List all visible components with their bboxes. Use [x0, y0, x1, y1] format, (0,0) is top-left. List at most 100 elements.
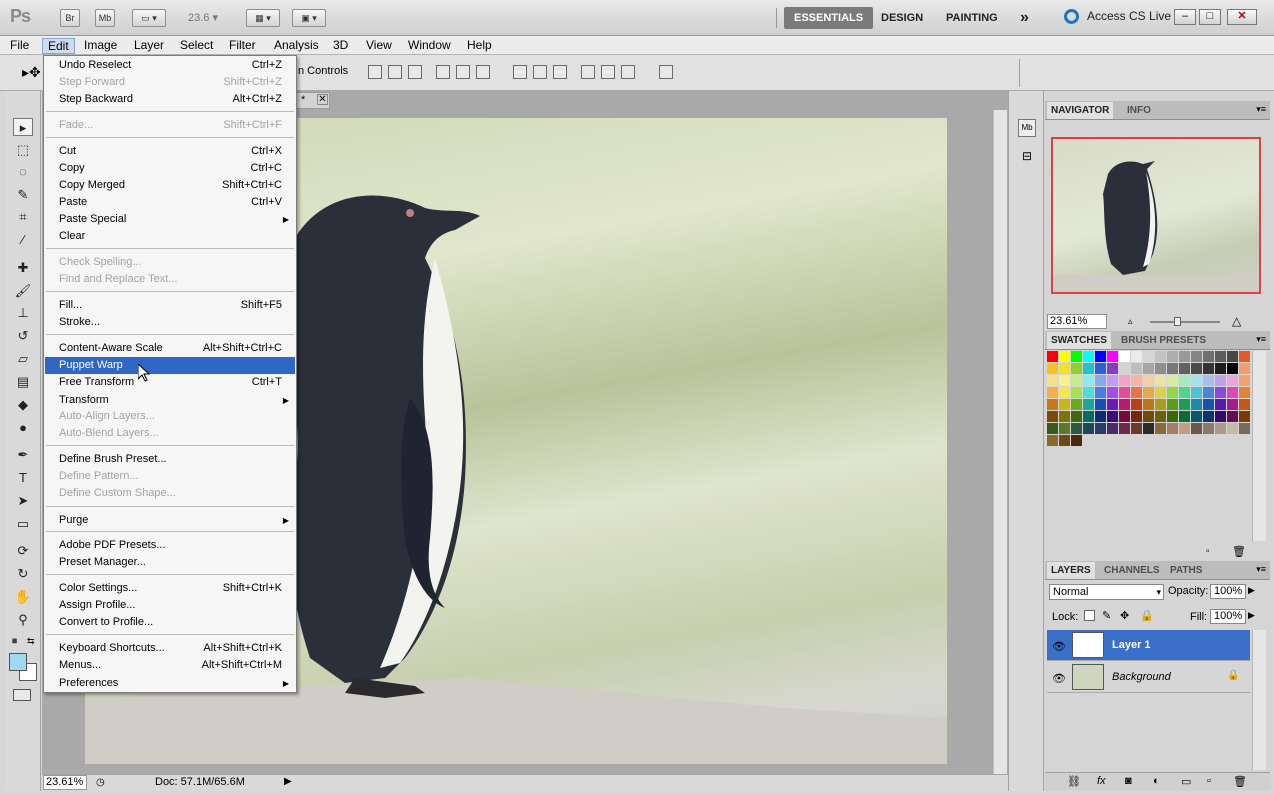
align-right-icon[interactable]	[476, 65, 490, 79]
color-swatch[interactable]	[1179, 363, 1190, 374]
color-swatch[interactable]	[1107, 411, 1118, 422]
gradient-tool-icon[interactable]: ▤	[13, 373, 33, 391]
delete-layer-icon[interactable]: 🗑	[1233, 775, 1247, 788]
link-layers-icon[interactable]: ⛓	[1067, 775, 1081, 788]
default-colors-icon[interactable]: ◾	[9, 636, 20, 647]
color-swatch[interactable]	[1131, 411, 1142, 422]
hand-tool-icon[interactable]: ✋	[13, 588, 33, 606]
edit-menu-item-content-aware-scale[interactable]: Content-Aware Scale Alt+Shift+Ctrl+C	[45, 340, 295, 357]
color-swatch[interactable]	[1155, 423, 1166, 434]
dodge-tool-icon[interactable]: ●	[13, 419, 33, 437]
align-hcenter-icon[interactable]	[456, 65, 470, 79]
color-swatch[interactable]	[1191, 411, 1202, 422]
more-workspaces-button[interactable]: »	[1010, 7, 1039, 29]
color-swatch[interactable]	[1215, 351, 1226, 362]
color-swatch[interactable]	[1131, 363, 1142, 374]
distribute-right-icon[interactable]	[621, 65, 635, 79]
color-swatch[interactable]	[1083, 351, 1094, 362]
color-swatch[interactable]	[1047, 375, 1058, 386]
edit-menu-item-fill[interactable]: Fill... Shift+F5	[45, 297, 295, 314]
color-swatch[interactable]	[1119, 423, 1130, 434]
zoom-tool-icon[interactable]: ⚲	[13, 611, 33, 629]
edit-menu-item-purge[interactable]: Purge ▶	[45, 512, 295, 529]
color-swatch[interactable]	[1059, 435, 1070, 446]
eyedropper-tool-icon[interactable]: ⁄	[13, 231, 33, 249]
3d-rotate-tool-icon[interactable]: ⟳	[13, 542, 33, 560]
lock-image-icon[interactable]: ✎	[1102, 609, 1111, 622]
tab-swatches[interactable]: SWATCHES	[1047, 332, 1111, 349]
color-swatch[interactable]	[1071, 435, 1082, 446]
color-swatch[interactable]	[1047, 435, 1058, 446]
color-swatch[interactable]	[1047, 387, 1058, 398]
color-swatch[interactable]	[1143, 351, 1154, 362]
color-swatch[interactable]	[1179, 351, 1190, 362]
color-swatch[interactable]	[1167, 375, 1178, 386]
edit-menu-item-copy[interactable]: Copy Ctrl+C	[45, 160, 295, 177]
adjustment-layer-icon[interactable]: ◐	[1153, 775, 1160, 787]
blur-tool-icon[interactable]: ◆	[13, 396, 33, 414]
workspace-essentials[interactable]: ESSENTIALS	[784, 7, 874, 29]
color-swatch[interactable]	[1071, 363, 1082, 374]
3d-orbit-tool-icon[interactable]: ↻	[13, 565, 33, 583]
workspace-painting[interactable]: PAINTING	[936, 7, 1008, 29]
maximize-button[interactable]: □	[1199, 9, 1221, 25]
color-swatch[interactable]	[1095, 351, 1106, 362]
tab-navigator[interactable]: NAVIGATOR	[1047, 102, 1114, 119]
color-swatch[interactable]	[1179, 399, 1190, 410]
color-swatch[interactable]	[1215, 399, 1226, 410]
color-swatch[interactable]	[1167, 399, 1178, 410]
layers-scrollbar[interactable]	[1252, 630, 1266, 770]
color-swatch[interactable]	[1239, 411, 1250, 422]
screen-mode-dropdown[interactable]: ▣ ▾	[292, 9, 326, 27]
menu-image[interactable]: Image	[79, 38, 122, 54]
edit-menu-item-menus[interactable]: Menus... Alt+Shift+Ctrl+M	[45, 657, 295, 674]
color-swatch[interactable]	[1131, 399, 1142, 410]
edit-menu-item-color-settings[interactable]: Color Settings... Shift+Ctrl+K	[45, 580, 295, 597]
color-swatch[interactable]	[1215, 375, 1226, 386]
color-swatch[interactable]	[1107, 375, 1118, 386]
color-swatch[interactable]	[1047, 399, 1058, 410]
edit-menu-item-preferences[interactable]: Preferences ▶	[45, 675, 295, 692]
color-swatch[interactable]	[1119, 351, 1130, 362]
visibility-eye-icon[interactable]: 👁	[1052, 640, 1066, 653]
color-swatch[interactable]	[1167, 411, 1178, 422]
color-swatch[interactable]	[1167, 387, 1178, 398]
fill-arrow-icon[interactable]: ▶	[1248, 610, 1255, 621]
marquee-tool-icon[interactable]: ⬚	[13, 141, 33, 159]
swatches-scrollbar[interactable]	[1252, 351, 1266, 541]
history-brush-tool-icon[interactable]: ↺	[13, 327, 33, 345]
color-swatch[interactable]	[1191, 399, 1202, 410]
color-swatch[interactable]	[1239, 351, 1250, 362]
canvas-vertical-scrollbar[interactable]	[993, 110, 1007, 775]
menu-layer[interactable]: Layer	[129, 38, 169, 54]
color-swatch[interactable]	[1095, 423, 1106, 434]
color-swatch[interactable]	[1047, 351, 1058, 362]
color-swatch[interactable]	[1179, 387, 1190, 398]
move-tool-icon[interactable]: ▸	[13, 118, 33, 136]
tab-info[interactable]: INFO	[1123, 102, 1155, 119]
blend-mode-select[interactable]: Normal ▾	[1049, 584, 1164, 600]
minimize-button[interactable]: –	[1174, 9, 1196, 25]
color-swatch[interactable]	[1143, 399, 1154, 410]
bridge-button[interactable]: Br	[60, 9, 80, 27]
align-bottom-icon[interactable]	[408, 65, 422, 79]
color-swatch[interactable]	[1083, 411, 1094, 422]
color-swatch[interactable]	[1095, 363, 1106, 374]
color-swatch[interactable]	[1203, 399, 1214, 410]
edit-menu-item-copy-merged[interactable]: Copy Merged Shift+Ctrl+C	[45, 177, 295, 194]
close-button[interactable]: ✕	[1227, 9, 1257, 25]
color-swatch[interactable]	[1215, 423, 1226, 434]
close-document-icon[interactable]: ✕	[317, 94, 328, 105]
layer-mask-icon[interactable]: ◙	[1125, 775, 1132, 787]
panel-menu-icon[interactable]: ▾≡	[1256, 334, 1266, 345]
crop-tool-icon[interactable]: ⌗	[13, 208, 33, 226]
edit-menu-item-undo-reselect[interactable]: Undo Reselect Ctrl+Z	[45, 57, 295, 74]
edit-menu-item-adobe-pdf-presets[interactable]: Adobe PDF Presets...	[45, 537, 295, 554]
color-swatch[interactable]	[1071, 399, 1082, 410]
color-swatch[interactable]	[1203, 375, 1214, 386]
menu-filter[interactable]: Filter	[224, 38, 261, 54]
zoom-level-display[interactable]: 23.6 ▾	[188, 11, 218, 24]
edit-menu-item-cut[interactable]: Cut Ctrl+X	[45, 143, 295, 160]
tab-paths[interactable]: PATHS	[1166, 562, 1206, 579]
color-swatch[interactable]	[1143, 423, 1154, 434]
